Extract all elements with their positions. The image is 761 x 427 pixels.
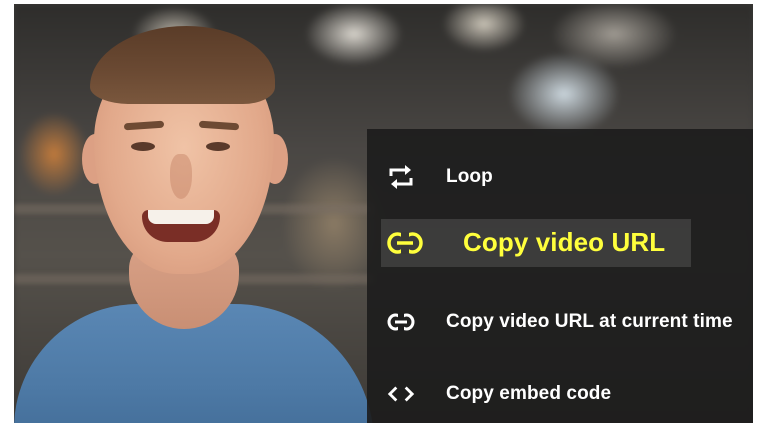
video-player[interactable]: Loop Copy video URL Copy video URL at cu… xyxy=(14,4,753,423)
presenter-nose xyxy=(170,154,192,199)
link-icon xyxy=(387,229,423,257)
loop-icon xyxy=(387,163,415,191)
menu-item-label: Copy video URL xyxy=(463,227,666,257)
menu-item-copy-video-url[interactable]: Copy video URL xyxy=(367,219,753,277)
link-icon xyxy=(387,308,415,336)
menu-item-copy-embed-code[interactable]: Copy embed code xyxy=(367,379,753,409)
menu-item-copy-video-url-at-current-time[interactable]: Copy video URL at current time xyxy=(367,307,753,337)
video-context-menu: Loop Copy video URL Copy video URL at cu… xyxy=(367,129,753,423)
embed-code-icon xyxy=(387,380,415,408)
video-presenter xyxy=(14,4,394,423)
presenter-hair xyxy=(90,26,275,104)
presenter-teeth xyxy=(148,210,214,224)
presenter-eye xyxy=(206,142,230,151)
presenter-eye xyxy=(131,142,155,151)
menu-item-label: Copy embed code xyxy=(446,383,612,404)
menu-item-label: Loop xyxy=(446,166,493,187)
presenter-mouth xyxy=(142,210,220,242)
menu-item-loop[interactable]: Loop xyxy=(367,162,753,192)
menu-item-label: Copy video URL at current time xyxy=(446,311,733,332)
